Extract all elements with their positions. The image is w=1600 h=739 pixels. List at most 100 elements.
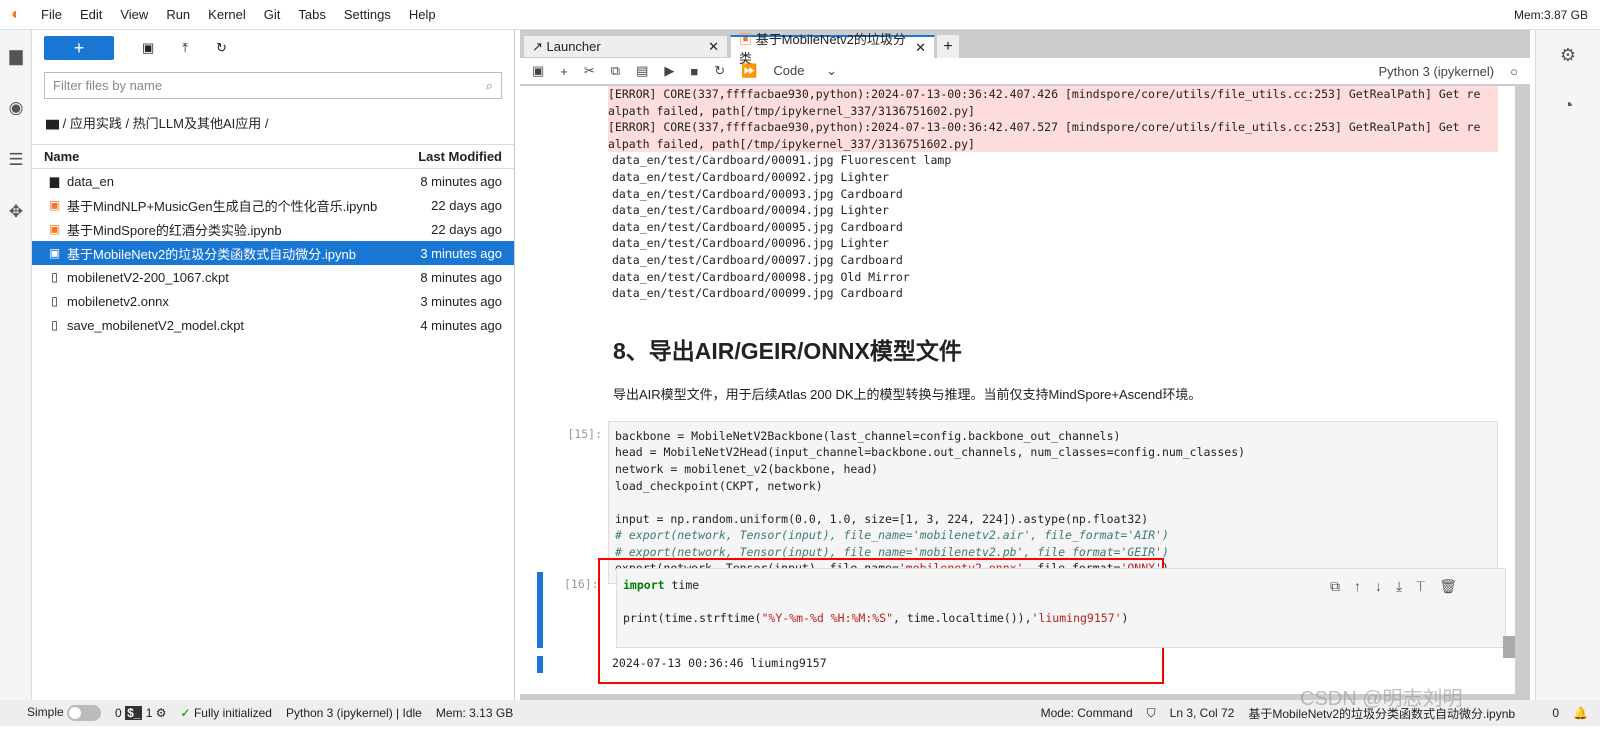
notification-count[interactable]: 0 — [1552, 706, 1559, 720]
cell-prompt: [15]: — [567, 426, 602, 441]
terminal-count[interactable]: 0 $_ 1 ⚙ — [115, 706, 167, 720]
menu-settings[interactable]: Settings — [335, 7, 400, 22]
file-filter-input[interactable]: Filter files by name ⌕ — [44, 72, 502, 99]
scrollbar[interactable] — [1503, 636, 1515, 658]
code-line: # export(network, Tensor(input), file_na… — [615, 528, 1169, 543]
paste-icon[interactable]: ▤ — [636, 63, 648, 79]
menu-kernel[interactable]: Kernel — [199, 7, 255, 22]
code-line: network = mobilenet_v2(backbone, head) — [615, 461, 879, 476]
memory-indicator: Mem:3.87 GB — [1513, 7, 1588, 22]
notebook-icon: ▣ — [48, 246, 61, 260]
tab-notebook[interactable]: ▣ 基于MobileNetv2的垃圾分类 ✕ — [730, 32, 935, 66]
copy-icon[interactable]: ⧉ — [611, 63, 620, 79]
watermark: CSDN @明志刘明 — [1300, 688, 1463, 710]
insert-icon[interactable]: + — [560, 64, 568, 79]
folder-icon[interactable]: ▆ — [0, 30, 32, 82]
save-icon[interactable]: ▣ — [532, 63, 544, 79]
debugger-icon[interactable]: ◔ — [1536, 80, 1600, 130]
file-row[interactable]: ▯ mobilenetV2-200_1067.ckpt 8 minutes ago — [32, 265, 514, 289]
right-sidebar: ⚙ ◔ — [1535, 30, 1600, 700]
column-name[interactable]: Name — [44, 149, 79, 164]
breadcrumb[interactable]: ▆ / 应用实践 / 热门LLM及其他AI应用 / — [32, 105, 514, 140]
file-row[interactable]: ▣ 基于MindSpore的红酒分类实验.ipynb 22 days ago — [32, 217, 514, 241]
file-name[interactable]: mobilenetv2.onnx — [67, 294, 169, 309]
code-line: input = np.random.uniform(0.0, 1.0, size… — [615, 511, 1149, 526]
add-tab-button[interactable]: + — [937, 35, 959, 58]
code-line: head = MobileNetV2Head(input_channel=bac… — [615, 445, 1246, 460]
file-row[interactable]: ▣ 基于MobileNetv2的垃圾分类函数式自动微分.ipynb 3 minute… — [32, 241, 514, 265]
menu-file[interactable]: File — [32, 7, 71, 22]
section-heading: 8、导出AIR/GEIR/ONNX模型文件 — [613, 337, 962, 364]
file-row[interactable]: ▯ save_mobilenetV2_model.ckpt 4 minutes ag… — [32, 313, 514, 337]
new-launcher-button[interactable]: + — [44, 36, 114, 60]
shield-icon: ⛉ — [1146, 705, 1156, 720]
file-row[interactable]: ▣ 基于MindNLP+MusicGen生成自己的个性化音乐.ipynb 22 da… — [32, 193, 514, 217]
simple-mode-toggle[interactable]: Simple — [27, 705, 102, 721]
column-modified[interactable]: Last Modified — [418, 149, 502, 164]
file-browser: + ▣ ⤒ ↻ Filter files by name ⌕ ▆ / 应用实践 /… — [32, 30, 515, 700]
upload-icon[interactable]: ⤒ — [182, 40, 188, 56]
file-modified: 22 days ago — [431, 197, 502, 213]
markdown-text: 导出AIR模型文件，用于后续Atlas 200 DK上的模型转换与推理。当前仅支… — [613, 386, 1202, 402]
output-line: data_en/test/Cardboard/00092.jpg Lighter — [612, 169, 889, 184]
file-name[interactable]: save_mobilenetV2_model.ckpt — [67, 318, 244, 333]
search-icon: ⌕ — [485, 77, 493, 93]
run-all-icon[interactable]: ⏩ — [741, 63, 757, 79]
run-icon[interactable]: ▶ — [664, 63, 674, 79]
kernel-status-icon: ○ — [1510, 63, 1518, 79]
menu-git[interactable]: Git — [255, 7, 290, 22]
menu-edit[interactable]: Edit — [71, 7, 111, 22]
close-icon[interactable]: ✕ — [915, 40, 926, 56]
file-name[interactable]: 基于MindSpore的红酒分类实验.ipynb — [67, 220, 282, 239]
refresh-icon[interactable]: ↻ — [216, 40, 227, 56]
file-icon: ▯ — [51, 294, 58, 308]
file-name[interactable]: mobilenetV2-200_1067.ckpt — [67, 270, 229, 285]
file-icon: ▯ — [51, 318, 58, 332]
file-name[interactable]: 基于MobileNetv2的垃圾分类函数式自动微分.ipynb — [67, 244, 356, 263]
bell-icon[interactable]: 🔔 — [1573, 706, 1588, 720]
running-icon[interactable]: ◉ — [0, 82, 32, 134]
output-line: data_en/test/Cardboard/00095.jpg Cardboa… — [612, 219, 903, 234]
init-status: ✓ Fully initialized — [180, 706, 272, 720]
file-modified: 3 minutes ago — [420, 245, 502, 261]
left-sidebar: ▆ ◉ ☰ ✥ — [0, 30, 32, 700]
active-cell-marker — [537, 572, 543, 648]
error-line: [ERROR] CORE(337,ffffacbae930,python):20… — [608, 120, 1481, 135]
kernel-status[interactable]: Python 3 (ipykernel) | Idle — [286, 706, 422, 720]
file-row[interactable]: ▯ mobilenetv2.onnx 3 minutes ago — [32, 289, 514, 313]
settings-gear-icon[interactable]: ⚙ — [1536, 30, 1600, 80]
notebook-icon: ▣ — [48, 222, 61, 236]
active-output-marker — [537, 656, 543, 673]
folder-icon: ▆ — [49, 174, 60, 188]
notebook-toolbar: ▣ + ✂ ⧉ ▤ ▶ ■ ↻ ⏩ Code ⌄ Python 3 (ipykernel) ○ — [520, 58, 1530, 84]
restart-icon[interactable]: ↻ — [714, 63, 725, 79]
cut-icon[interactable]: ✂ — [584, 63, 595, 79]
menu-view[interactable]: View — [111, 7, 157, 22]
toc-icon[interactable]: ☰ — [0, 134, 32, 186]
output-line: data_en/test/Cardboard/00098.jpg Old Mir… — [612, 269, 910, 284]
close-icon[interactable]: ✕ — [708, 39, 719, 55]
menu-help[interactable]: Help — [400, 7, 445, 22]
file-name[interactable]: 基于MindNLP+MusicGen生成自己的个性化音乐.ipynb — [67, 196, 377, 215]
extension-icon[interactable]: ✥ — [0, 186, 32, 238]
file-modified: 22 days ago — [431, 221, 502, 237]
file-row[interactable]: ▆ data_en 8 minutes ago — [32, 169, 514, 193]
breadcrumb-path[interactable]: / 应用实践 / 热门LLM及其他AI应用 / — [63, 116, 269, 131]
tab-launcher[interactable]: ↗ Launcher ✕ — [523, 35, 728, 58]
file-modified: 3 minutes ago — [420, 293, 502, 309]
new-folder-icon[interactable]: ▣ — [142, 40, 154, 56]
cell-output: data_en/test/Cardboard/00091.jpg Fluores… — [612, 152, 1515, 301]
memory-usage: Mem: 3.13 GB — [435, 706, 514, 720]
menu-run[interactable]: Run — [157, 7, 199, 22]
error-line: alpath failed, path[/tmp/ipykernel_337/3… — [608, 103, 975, 118]
stop-icon[interactable]: ■ — [690, 64, 698, 79]
cursor-position[interactable]: Ln 3, Col 72 — [1170, 706, 1235, 720]
cell-type-select[interactable]: Code ⌄ — [773, 63, 837, 79]
output-line: data_en/test/Cardboard/00091.jpg Fluores… — [612, 153, 952, 168]
kernel-name[interactable]: Python 3 (ipykernel) — [1379, 64, 1495, 79]
file-modified: 4 minutes ago — [420, 317, 502, 333]
menu-tabs[interactable]: Tabs — [289, 7, 334, 22]
file-name[interactable]: data_en — [67, 174, 114, 189]
cell-actions[interactable]: ⧉↑↓⤓⊤🗑 — [1330, 578, 1471, 595]
notebook-content: [ERROR] CORE(337,ffffacbae930,python):20… — [520, 86, 1515, 694]
